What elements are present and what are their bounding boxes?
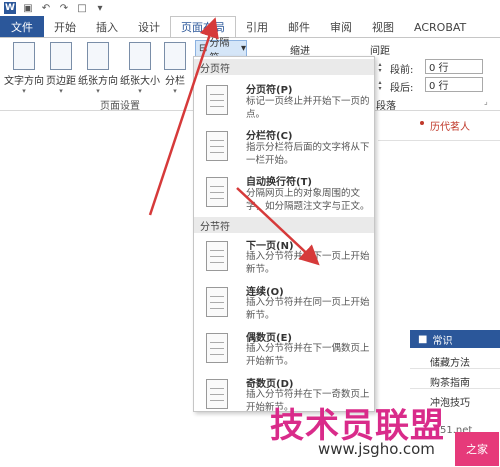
dialog-launcher-icon[interactable]: ⌟ bbox=[484, 97, 488, 106]
section-header-section-breaks: 分节符 bbox=[194, 217, 374, 233]
sidebar-item-storage[interactable]: 储藏方法 bbox=[430, 354, 470, 369]
menu-item-desc: 标记一页终止并开始下一页的点。 bbox=[246, 96, 370, 120]
paper-size-button[interactable]: 纸张大小 ▾ bbox=[120, 42, 160, 95]
before-label: 段前: bbox=[390, 65, 414, 76]
columns-button[interactable]: 分栏 ▾ bbox=[164, 42, 186, 95]
sidebar-header: ■ 常识 bbox=[410, 330, 500, 348]
tab-references[interactable]: 引用 bbox=[236, 16, 278, 38]
watermark-url: www.jsgho.com bbox=[318, 440, 435, 458]
tab-design[interactable]: 设计 bbox=[128, 16, 170, 38]
even-page-icon bbox=[206, 333, 228, 363]
after-spin-arrows[interactable]: ▴ ▾ bbox=[376, 78, 384, 93]
odd-page-icon bbox=[206, 379, 228, 409]
columns-label: 分栏 bbox=[165, 76, 185, 87]
text-direction-icon bbox=[13, 42, 35, 70]
breaks-menu: 分页符 分页符(P) 标记一页终止并开始下一页的点。 分栏符(C) 指示分栏符后… bbox=[193, 56, 375, 413]
tab-insert[interactable]: 插入 bbox=[86, 16, 128, 38]
tab-mailings[interactable]: 邮件 bbox=[278, 16, 320, 38]
menu-item-even-page[interactable]: 偶数页(E) 插入分节符并在下一偶数页上开始新节。 bbox=[194, 329, 374, 373]
space-before-input[interactable]: 0 行 bbox=[425, 59, 483, 74]
columns-icon bbox=[164, 42, 186, 70]
menu-item-column-break[interactable]: 分栏符(C) 指示分栏符后面的文字将从下一栏开始。 bbox=[194, 125, 374, 169]
menu-item-text-wrapping[interactable]: 自动换行符(T) 分隔网页上的对象周围的文字，如分隔题注文字与正文。 bbox=[194, 171, 374, 215]
space-before-value: 0 行 bbox=[429, 63, 449, 74]
breaks-dropdown-button[interactable]: ⊟ 分隔符 ▾ bbox=[195, 38, 247, 64]
paper-size-icon bbox=[129, 42, 151, 70]
tab-review[interactable]: 审阅 bbox=[320, 16, 362, 38]
continuous-icon bbox=[206, 287, 228, 317]
word-window: W ▣ ↶ ↷ □ ▾ 文件 开始 插入 设计 页面布局 引用 邮件 审阅 视图… bbox=[0, 0, 500, 467]
orientation-label: 纸张方向 bbox=[78, 76, 118, 87]
new-doc-icon[interactable]: □ bbox=[76, 2, 88, 14]
redo-icon[interactable]: ↷ bbox=[58, 2, 70, 14]
tab-file[interactable]: 文件 bbox=[0, 16, 44, 38]
sidebar-header-label: 常识 bbox=[432, 335, 453, 347]
next-page-icon bbox=[206, 241, 228, 271]
space-after-input[interactable]: 0 行 bbox=[425, 77, 483, 92]
tab-home[interactable]: 开始 bbox=[44, 16, 86, 38]
menu-item-desc: 指示分栏符后面的文字将从下一栏开始。 bbox=[246, 142, 370, 166]
save-icon[interactable]: ▣ bbox=[22, 2, 34, 14]
before-spin-arrows[interactable]: ▴ ▾ bbox=[376, 60, 384, 75]
page-setup-group-label: 页面设置 bbox=[100, 101, 140, 112]
menu-item-page-break[interactable]: 分页符(P) 标记一页终止并开始下一页的点。 bbox=[194, 79, 374, 123]
menu-item-desc: 插入分节符并在下一偶数页上开始新节。 bbox=[246, 343, 370, 367]
sidebar-top-item[interactable]: 历代茗人 bbox=[430, 118, 470, 133]
divider bbox=[410, 388, 500, 389]
square-icon: ■ bbox=[418, 333, 428, 345]
margins-button[interactable]: 页边距 ▾ bbox=[46, 42, 76, 95]
bullet-icon bbox=[420, 121, 424, 125]
paragraph-group-label: 段落 bbox=[376, 101, 396, 112]
quick-access-toolbar: W ▣ ↶ ↷ □ ▾ bbox=[0, 0, 500, 16]
margins-icon bbox=[50, 42, 72, 70]
spacing-label: 间距 bbox=[370, 46, 390, 57]
chevron-down-icon: ▾ bbox=[173, 87, 177, 95]
sidebar-item-buying-guide[interactable]: 购茶指南 bbox=[430, 374, 470, 389]
chevron-down-icon: ▾ bbox=[138, 87, 142, 95]
menu-item-title: 分栏符(C) bbox=[246, 131, 293, 142]
column-break-icon bbox=[206, 131, 228, 161]
customize-toolbar-icon[interactable]: ▾ bbox=[94, 2, 106, 14]
undo-icon[interactable]: ↶ bbox=[40, 2, 52, 14]
paper-size-label: 纸张大小 bbox=[120, 76, 160, 87]
chevron-down-icon: ▾ bbox=[240, 43, 246, 54]
menu-item-title: 自动换行符(T) bbox=[246, 177, 312, 188]
orientation-button[interactable]: 纸张方向 ▾ bbox=[78, 42, 118, 95]
ribbon-tabs: 文件 开始 插入 设计 页面布局 引用 邮件 审阅 视图 ACROBAT bbox=[0, 16, 500, 38]
menu-item-continuous[interactable]: 连续(O) 插入分节符并在同一页上开始新节。 bbox=[194, 283, 374, 327]
space-after-value: 0 行 bbox=[429, 81, 449, 92]
breaks-icon: ⊟ bbox=[199, 43, 208, 54]
after-label: 段后: bbox=[390, 83, 414, 94]
word-logo-icon: W bbox=[4, 2, 16, 14]
tab-view[interactable]: 视图 bbox=[362, 16, 404, 38]
tab-acrobat[interactable]: ACROBAT bbox=[404, 16, 476, 38]
menu-item-desc: 插入分节符并在同一页上开始新节。 bbox=[246, 297, 370, 321]
menu-item-next-page[interactable]: 下一页(N) 插入分节符并在下一页上开始新节。 bbox=[194, 237, 374, 281]
menu-item-desc: 分隔网页上的对象周围的文字，如分隔题注文字与正文。 bbox=[246, 188, 370, 212]
indent-label: 缩进 bbox=[290, 46, 310, 57]
chevron-down-icon: ▾ bbox=[96, 87, 100, 95]
text-wrapping-icon bbox=[206, 177, 228, 207]
chevron-down-icon: ▾ bbox=[59, 87, 63, 95]
section-header-page-breaks: 分页符 bbox=[194, 59, 374, 75]
orientation-icon bbox=[87, 42, 109, 70]
chevron-down-icon: ▾ bbox=[22, 87, 26, 95]
watermark-badge: 之家 bbox=[455, 432, 499, 466]
divider bbox=[378, 140, 500, 141]
page-break-icon bbox=[206, 85, 228, 115]
menu-item-title: 分页符(P) bbox=[246, 85, 293, 96]
menu-item-desc: 插入分节符并在下一页上开始新节。 bbox=[246, 251, 370, 275]
margins-label: 页边距 bbox=[46, 76, 76, 87]
divider bbox=[410, 368, 500, 369]
text-direction-button[interactable]: 文字方向 ▾ bbox=[4, 42, 44, 95]
text-direction-label: 文字方向 bbox=[4, 76, 44, 87]
